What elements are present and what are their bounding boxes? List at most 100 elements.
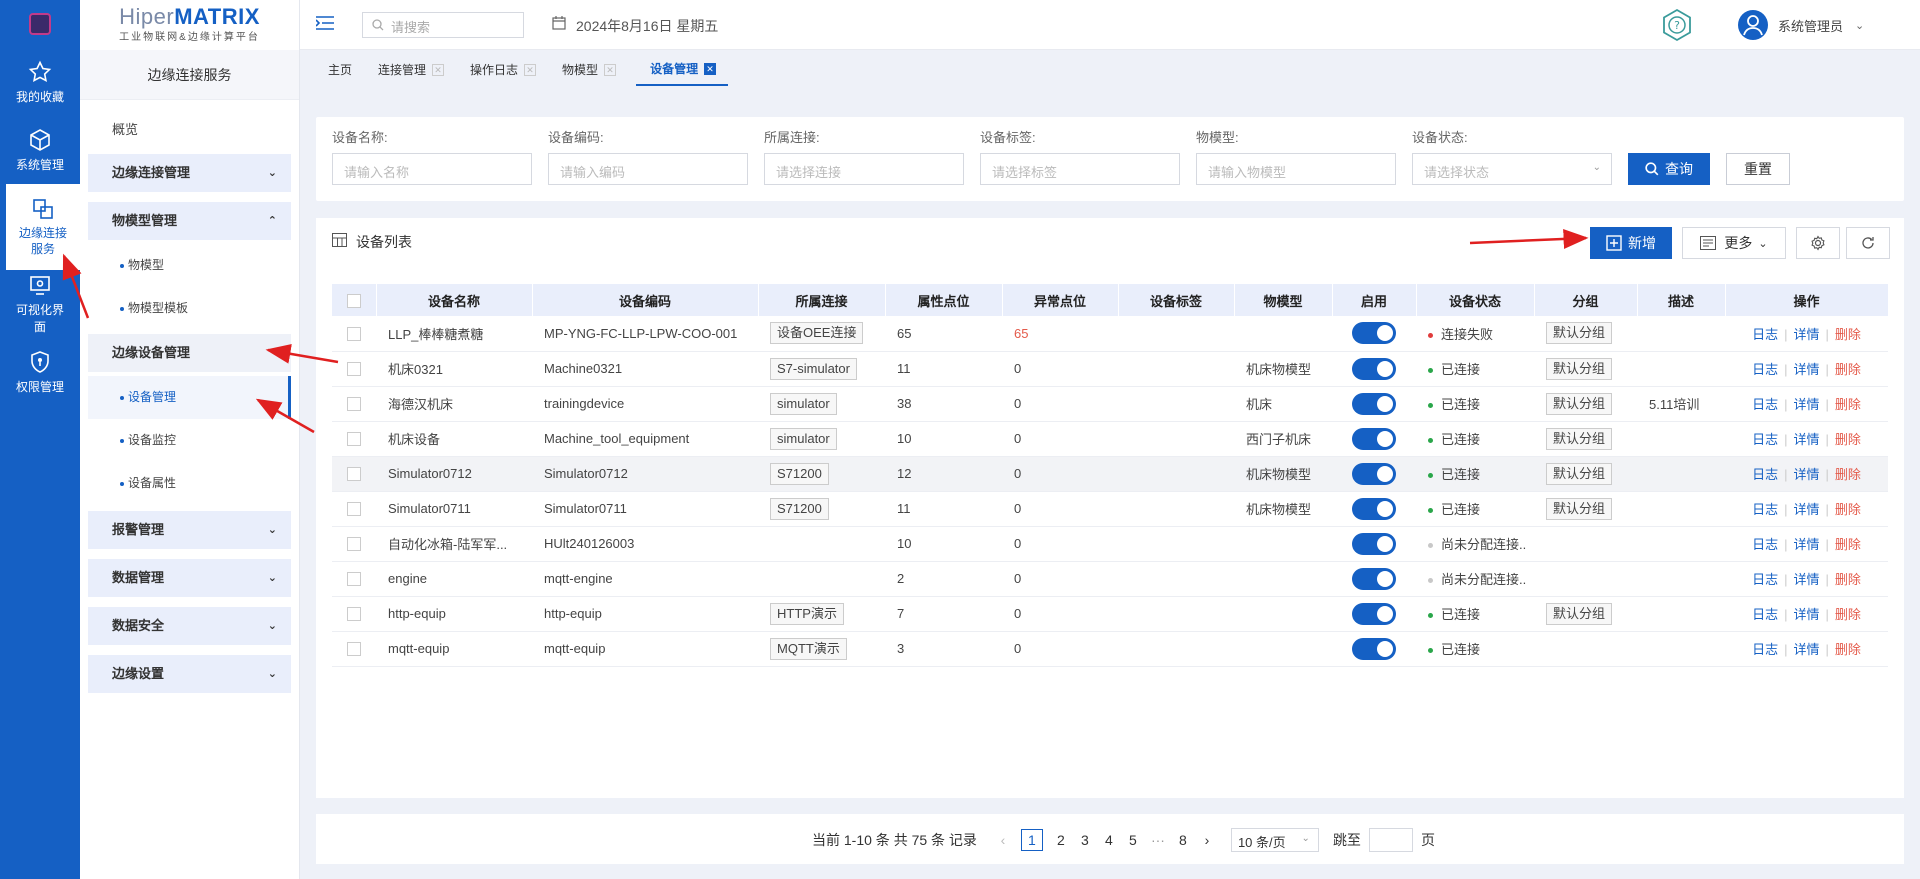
row-checkbox[interactable] (332, 596, 376, 632)
device-name-input[interactable]: 请输入名称 (332, 153, 532, 185)
detail-link[interactable]: 详情 (1793, 642, 1819, 657)
tag-select[interactable]: 请选择标签 (980, 153, 1180, 185)
delete-link[interactable]: 删除 (1835, 362, 1861, 377)
log-link[interactable]: 日志 (1752, 642, 1778, 657)
log-link[interactable]: 日志 (1752, 432, 1778, 447)
sidebar-group-data[interactable]: 数据管理 ⌄ (88, 559, 291, 597)
page-ellipsis[interactable]: ··· (1151, 832, 1165, 848)
enable-toggle[interactable] (1352, 637, 1396, 660)
row-checkbox[interactable] (332, 386, 376, 422)
log-link[interactable]: 日志 (1752, 537, 1778, 552)
table-row[interactable]: 机床设备 Machine_tool_equipment simulator 10 0 西门… (332, 421, 1888, 457)
log-link[interactable]: 日志 (1752, 467, 1778, 482)
rail-item-visualization[interactable]: 可视化界面 (0, 270, 80, 338)
refresh-button[interactable] (1846, 227, 1890, 259)
detail-link[interactable]: 详情 (1793, 537, 1819, 552)
tab-connections[interactable]: 连接管理 ✕ (364, 54, 456, 86)
delete-link[interactable]: 删除 (1835, 572, 1861, 587)
enable-toggle[interactable] (1352, 497, 1396, 520)
row-checkbox[interactable] (332, 491, 376, 527)
sidebar-group-settings[interactable]: 边缘设置 ⌄ (88, 655, 291, 693)
enable-toggle[interactable] (1352, 567, 1396, 590)
reset-button[interactable]: 重置 (1726, 153, 1790, 185)
table-row[interactable]: 海德汉机床 trainingdevice simulator 38 0 机床 已连接 默认分组… (332, 386, 1888, 422)
add-device-button[interactable]: 新增 (1590, 227, 1672, 259)
row-checkbox[interactable] (332, 526, 376, 562)
jump-page-input[interactable] (1368, 828, 1413, 852)
search-input[interactable]: 请搜索 (362, 12, 524, 38)
user-menu[interactable]: 系统管理员 ⌄ (1738, 10, 1864, 40)
help-icon[interactable]: ? (1660, 8, 1694, 42)
row-checkbox[interactable] (332, 456, 376, 492)
select-all-checkbox[interactable] (332, 284, 377, 316)
sidebar-group-model[interactable]: 物模型管理 ⌃ (88, 202, 291, 240)
settings-button[interactable] (1796, 227, 1840, 259)
delete-link[interactable]: 删除 (1835, 432, 1861, 447)
sidebar-group-security[interactable]: 数据安全 ⌄ (88, 607, 291, 645)
sidebar-group-edge-conn[interactable]: 边缘连接管理 ⌄ (88, 154, 291, 192)
log-link[interactable]: 日志 (1752, 607, 1778, 622)
table-row[interactable]: 机床0321 Machine0321 S7-simulator 11 0 机床物模型 已连接… (332, 351, 1888, 387)
sidebar-group-alarm[interactable]: 报警管理 ⌄ (88, 511, 291, 549)
detail-link[interactable]: 详情 (1793, 432, 1819, 447)
delete-link[interactable]: 删除 (1835, 397, 1861, 412)
row-checkbox[interactable] (332, 631, 376, 667)
tab-home[interactable]: 主页 (314, 54, 364, 86)
row-checkbox[interactable] (332, 421, 376, 457)
enable-toggle[interactable] (1352, 427, 1396, 450)
detail-link[interactable]: 详情 (1793, 467, 1819, 482)
sidebar-item-model[interactable]: 物模型 (88, 244, 291, 287)
enable-toggle[interactable] (1352, 532, 1396, 555)
log-link[interactable]: 日志 (1752, 572, 1778, 587)
tab-device-management[interactable]: 设备管理 ✕ (636, 54, 729, 86)
device-code-input[interactable]: 请输入编码 (548, 153, 748, 185)
log-link[interactable]: 日志 (1752, 327, 1778, 342)
row-checkbox[interactable] (332, 316, 376, 352)
log-link[interactable]: 日志 (1752, 502, 1778, 517)
delete-link[interactable]: 删除 (1835, 502, 1861, 517)
sidebar-item-device-monitor[interactable]: 设备监控 (88, 419, 291, 462)
page-5[interactable]: 5 (1127, 832, 1139, 848)
close-icon[interactable]: ✕ (604, 64, 617, 76)
page-1[interactable]: 1 (1020, 829, 1043, 851)
table-row[interactable]: Simulator0712 Simulator0712 S71200 12 0 机床物模型… (332, 456, 1888, 492)
delete-link[interactable]: 删除 (1835, 537, 1861, 552)
tab-model[interactable]: 物模型 ✕ (548, 54, 628, 86)
table-row[interactable]: Simulator0711 Simulator0711 S71200 11 0 机床物模型… (332, 491, 1888, 527)
log-link[interactable]: 日志 (1752, 362, 1778, 377)
rail-item-system[interactable]: 系统管理 (0, 116, 80, 184)
log-link[interactable]: 日志 (1752, 397, 1778, 412)
page-8[interactable]: 8 (1177, 832, 1189, 848)
detail-link[interactable]: 详情 (1793, 327, 1819, 342)
enable-toggle[interactable] (1352, 602, 1396, 625)
page-size-select[interactable]: 10 条/页 ⌄ (1230, 828, 1319, 852)
delete-link[interactable]: 删除 (1835, 642, 1861, 657)
detail-link[interactable]: 详情 (1793, 502, 1819, 517)
rail-item-favorites[interactable]: 我的收藏 (0, 48, 80, 116)
prev-page-button[interactable]: ‹ (997, 832, 1009, 848)
table-row[interactable]: engine mqtt-engine 2 0 尚未分配连接.. 日志 | 详情 | 删除 (332, 561, 1888, 597)
table-row[interactable]: mqtt-equip mqtt-equip MQTT演示 3 0 已连接 日志 | 详情 | 删除 (332, 631, 1888, 667)
page-3[interactable]: 3 (1079, 832, 1091, 848)
sidebar-item-model-template[interactable]: 物模型模板 (88, 287, 291, 330)
delete-link[interactable]: 删除 (1835, 467, 1861, 482)
detail-link[interactable]: 详情 (1793, 362, 1819, 377)
enable-toggle[interactable] (1352, 357, 1396, 380)
delete-link[interactable]: 删除 (1835, 327, 1861, 342)
close-icon[interactable]: ✕ (704, 63, 717, 75)
enable-toggle[interactable] (1352, 322, 1396, 345)
sidebar-item-overview[interactable]: 概览 (88, 110, 291, 150)
tab-operation-log[interactable]: 操作日志 ✕ (456, 54, 548, 86)
enable-toggle[interactable] (1352, 392, 1396, 415)
query-button[interactable]: 查询 (1628, 153, 1710, 185)
rail-item-permissions[interactable]: 权限管理 (0, 338, 80, 406)
close-icon[interactable]: ✕ (524, 64, 537, 76)
more-button[interactable]: 更多 ⌄ (1682, 227, 1786, 259)
connection-select[interactable]: 请选择连接 (764, 153, 964, 185)
table-row[interactable]: LLP_棒棒糖煮糖 MP-YNG-FC-LLP-LPW-COO-001 设备OEE连… (332, 316, 1888, 352)
delete-link[interactable]: 删除 (1835, 607, 1861, 622)
table-row[interactable]: http-equip http-equip HTTP演示 7 0 已连接 默认分组 日志 | 详情… (332, 596, 1888, 632)
page-4[interactable]: 4 (1103, 832, 1115, 848)
status-select[interactable]: 请选择状态 ⌄ (1412, 153, 1612, 185)
detail-link[interactable]: 详情 (1793, 397, 1819, 412)
